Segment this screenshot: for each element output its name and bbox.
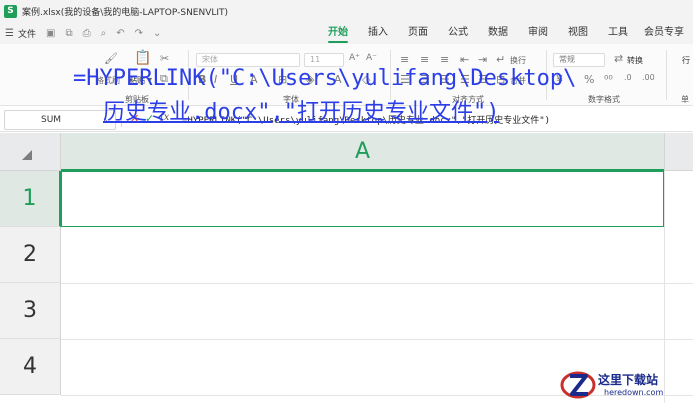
select-all-icon [22, 150, 32, 160]
more-chevron-icon[interactable]: ⌄ [153, 28, 161, 39]
cells-group-label: 单 [681, 95, 689, 104]
ribbon-tabs: 开始 插入 页面 公式 数据 审阅 视图 工具 会员专享 [318, 22, 690, 44]
redo-icon[interactable]: ↷ [135, 28, 143, 39]
undo-icon[interactable]: ↶ [116, 28, 124, 39]
cell-a1-editor[interactable]: =HYPERLINK("C:\Users\yulifang\Desktop\ 历… [73, 62, 663, 130]
select-all-corner[interactable] [0, 133, 61, 171]
print-icon[interactable]: ⎙ [83, 28, 91, 39]
row-header-1[interactable]: 1 [0, 171, 61, 227]
quick-access-toolbar: ▣ ⧉ ⎙ ⌕ ↶ ↷ ⌄ [46, 28, 161, 39]
title-bar: S 案例.xlsx(我的设备\我的电脑-LAPTOP-SNENVLIT) [0, 0, 693, 22]
tab-member[interactable]: 会员专享 [638, 22, 690, 44]
row-gridline [61, 283, 693, 284]
site-watermark: 这里下载站 heredown.com [560, 366, 693, 403]
hamburger-menu-icon[interactable]: ☰ [5, 28, 14, 39]
window-title: 案例.xlsx(我的设备\我的电脑-LAPTOP-SNENVLIT) [22, 7, 229, 18]
tab-page[interactable]: 页面 [398, 22, 438, 44]
watermark-url: heredown.com [604, 388, 664, 397]
spreadsheet-grid: A 1 2 3 4 [0, 133, 693, 403]
print-preview-icon[interactable]: ⌕ [101, 28, 107, 39]
cell-a1-text-line1: =HYPERLINK("C:\Users\yulifang\Desktop\ [73, 66, 577, 91]
menu-bar: ☰ 文件 ▣ ⧉ ⎙ ⌕ ↶ ↷ ⌄ 开始 插入 页面 公式 数据 审阅 视图 … [0, 22, 693, 44]
column-header-a[interactable]: A [61, 133, 664, 171]
row-gridline [61, 339, 693, 340]
save-icon[interactable]: ▣ [46, 28, 55, 39]
name-box-value: SUM [41, 115, 62, 125]
tab-review[interactable]: 审阅 [518, 22, 558, 44]
cell-a1-text-line2: 历史专业.docx","打开历史专业文件") [103, 100, 500, 125]
tab-tools[interactable]: 工具 [598, 22, 638, 44]
row-header-2[interactable]: 2 [0, 227, 61, 283]
file-menu[interactable]: 文件 [18, 27, 36, 40]
cell-a1[interactable] [61, 171, 664, 227]
tab-data[interactable]: 数据 [478, 22, 518, 44]
tab-view[interactable]: 视图 [558, 22, 598, 44]
tab-formulas[interactable]: 公式 [438, 22, 478, 44]
tab-home[interactable]: 开始 [318, 22, 358, 44]
export-icon[interactable]: ⧉ [65, 28, 72, 39]
row-header-3[interactable]: 3 [0, 283, 61, 339]
spreadsheet-app-icon: S [4, 4, 17, 18]
watermark-name: 这里下载站 [598, 373, 659, 387]
ribbon-divider [666, 50, 667, 100]
tab-insert[interactable]: 插入 [358, 22, 398, 44]
row-header-4[interactable]: 4 [0, 339, 61, 395]
site-logo-icon [560, 371, 596, 399]
column-header-b[interactable] [664, 133, 693, 171]
rows-cols-label[interactable]: 行 [682, 55, 690, 66]
